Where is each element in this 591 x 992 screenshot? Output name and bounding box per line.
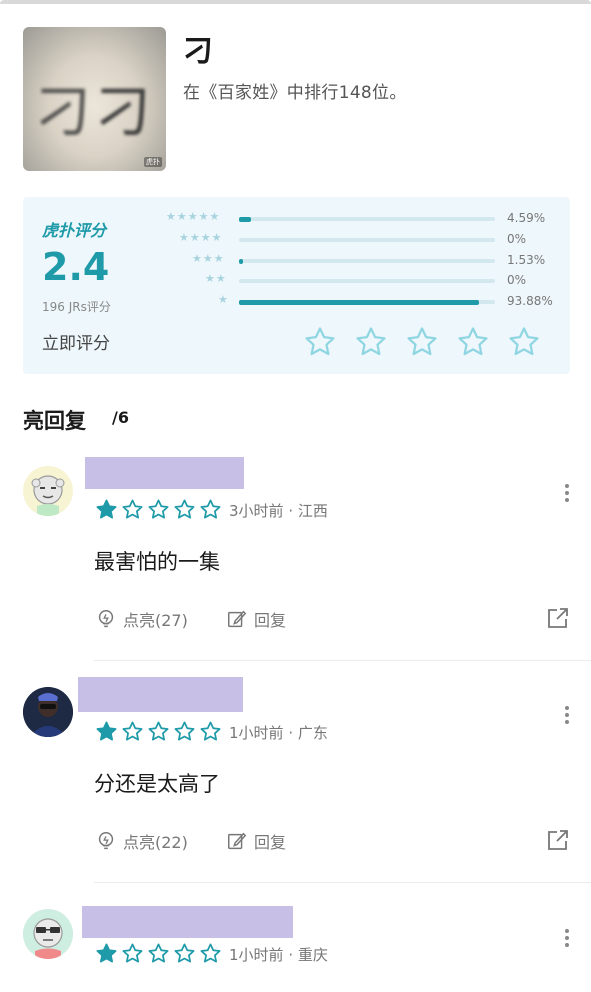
distribution-bar-track [239, 238, 495, 242]
share-icon[interactable] [546, 828, 570, 852]
username-redacted[interactable] [78, 677, 243, 712]
distribution-percent: 0% [507, 273, 527, 287]
masked-figure-avatar-icon [23, 687, 73, 737]
lightbulb-icon [98, 832, 114, 850]
like-button[interactable]: 点亮(27) [95, 607, 188, 631]
avatar[interactable] [23, 909, 73, 959]
reply-rating-stars [95, 720, 222, 743]
reply-location: · 重庆 [288, 946, 328, 964]
star-empty-icon [200, 943, 221, 963]
distribution-bar-track [239, 279, 495, 283]
reply-meta: 3小时前 · 江西 [229, 500, 328, 521]
star-empty-icon [200, 499, 221, 519]
divider [94, 882, 591, 883]
rate-star-5-icon[interactable] [507, 325, 541, 359]
surname-image[interactable]: 刁 刁 虎扑 [23, 27, 166, 171]
distribution-stars-icon: ★ [218, 293, 229, 306]
distribution-bar-fill [239, 258, 243, 264]
reply-content: 最害怕的一集 [94, 550, 220, 574]
rating-count: 196 JRs评分 [42, 300, 111, 314]
star-empty-icon [148, 943, 169, 963]
star-empty-icon [122, 943, 143, 963]
reply-button[interactable]: 回复 [226, 607, 286, 631]
reply-meta: 1小时前 · 广东 [229, 722, 328, 743]
distribution-percent: 1.53% [507, 253, 546, 267]
cartoon-sunglasses-avatar-icon [23, 909, 73, 959]
star-empty-icon [200, 721, 221, 741]
page-title: 刁 [183, 34, 213, 69]
star-empty-icon [122, 499, 143, 519]
image-glyph-left: 刁 [35, 80, 91, 145]
distribution-stars-icon: ★★★★ [179, 231, 223, 244]
rate-star-3-icon[interactable] [405, 325, 439, 359]
reply-label: 回复 [254, 833, 287, 852]
distribution-bar-track [239, 299, 495, 305]
distribution-percent: 4.59% [507, 211, 546, 225]
distribution-bar-track [239, 216, 495, 222]
star-empty-icon [148, 499, 169, 519]
reply-time: 1小时前 [229, 724, 284, 742]
rating-distribution-row: ★★★★★ 4.59% [153, 209, 563, 229]
divider [94, 660, 591, 661]
username-redacted[interactable] [82, 906, 293, 938]
reply-button[interactable]: 回复 [226, 829, 286, 853]
rate-star-4-icon[interactable] [456, 325, 490, 359]
username-redacted[interactable] [85, 457, 244, 489]
reply-time: 3小时前 [229, 502, 284, 520]
reply-location: · 广东 [288, 724, 328, 742]
reply-rating-stars [95, 942, 222, 965]
distribution-stars-icon: ★★★★★ [166, 210, 221, 223]
avatar[interactable] [23, 466, 73, 516]
reply-rating-stars [95, 498, 222, 521]
more-options-icon[interactable] [559, 929, 575, 950]
rating-brand-label: 虎扑评分 [42, 221, 107, 240]
rating-score: 2.4 [42, 245, 110, 289]
star-empty-icon [174, 499, 195, 519]
image-glyph-right: 刁 [95, 80, 151, 145]
edit-icon [228, 832, 247, 850]
star-filled-icon [96, 943, 117, 963]
replies-count: /6 [112, 408, 129, 427]
rating-distribution-row: ★★★★ 0% [153, 230, 563, 250]
rate-star-1-icon[interactable] [303, 325, 337, 359]
reply-content: 分还是太高了 [94, 772, 220, 796]
rating-distribution-row: ★ 93.88% [153, 292, 563, 312]
distribution-bar-track [239, 258, 495, 264]
avatar[interactable] [23, 687, 73, 737]
like-button[interactable]: 点亮(22) [95, 829, 188, 853]
distribution-percent: 93.88% [507, 294, 553, 308]
rate-now-label: 立即评分 [42, 334, 110, 354]
distribution-bar-fill [239, 299, 480, 305]
star-filled-icon [96, 499, 117, 519]
star-filled-icon [96, 721, 117, 741]
reply-label: 回复 [254, 611, 287, 630]
edit-icon [228, 610, 247, 628]
cartoon-face-avatar-icon [23, 466, 73, 516]
top-handle-bar [0, 0, 591, 4]
rate-star-2-icon[interactable] [354, 325, 388, 359]
replies-title: 亮回复 [23, 409, 86, 433]
distribution-stars-icon: ★★ [205, 272, 227, 285]
reply-meta: 1小时前 · 重庆 [229, 944, 328, 965]
image-watermark: 虎扑 [144, 157, 162, 167]
star-empty-icon [122, 721, 143, 741]
more-options-icon[interactable] [559, 706, 575, 727]
like-count-label: 点亮(27) [123, 611, 188, 630]
rating-distribution-row: ★★ 0% [153, 271, 563, 291]
star-empty-icon [148, 721, 169, 741]
distribution-percent: 0% [507, 232, 527, 246]
lightbulb-icon [98, 610, 114, 628]
distribution-stars-icon: ★★★ [192, 252, 225, 265]
reply-location: · 江西 [288, 502, 328, 520]
rating-distribution-row: ★★★ 1.53% [153, 251, 563, 271]
reply-time: 1小时前 [229, 946, 284, 964]
star-empty-icon [174, 943, 195, 963]
distribution-bar-fill [239, 216, 251, 222]
more-options-icon[interactable] [559, 484, 575, 505]
page-subtitle: 在《百家姓》中排行148位。 [183, 83, 407, 103]
share-icon[interactable] [546, 606, 570, 630]
rating-panel: 虎扑评分 2.4 196 JRs评分 立即评分 ★★★★★ 4.59% ★★★★ 0%… [23, 197, 570, 374]
star-empty-icon [174, 721, 195, 741]
like-count-label: 点亮(22) [123, 833, 188, 852]
